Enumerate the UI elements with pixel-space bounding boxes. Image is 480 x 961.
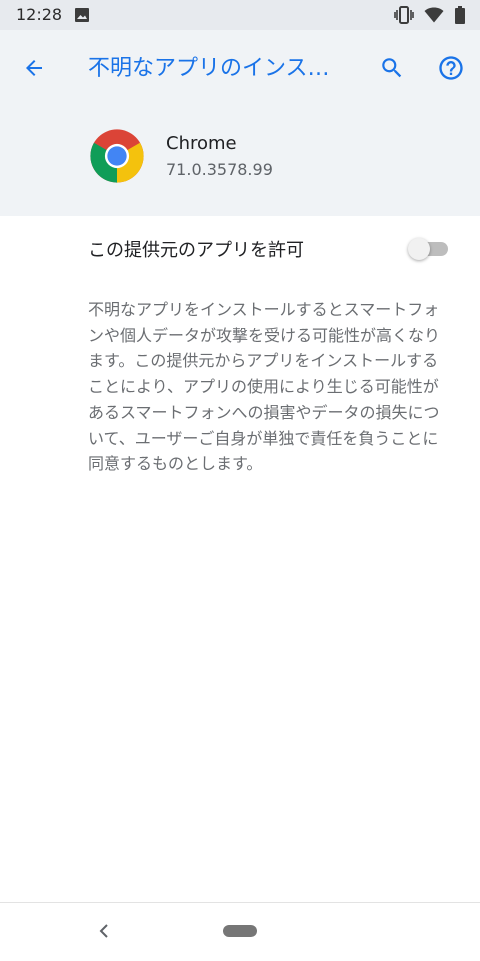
help-icon <box>439 56 463 80</box>
preference-label: この提供元のアプリを許可 <box>88 240 304 261</box>
vibrate-icon <box>394 6 414 24</box>
image-icon <box>75 8 89 22</box>
battery-icon <box>455 6 465 24</box>
app-name: Chrome <box>166 133 237 154</box>
arrow-back-icon <box>26 60 42 76</box>
allow-toggle[interactable] <box>408 238 448 260</box>
wifi-icon <box>424 7 444 23</box>
status-time: 12:28 <box>16 5 63 24</box>
status-bar: 12:28 <box>0 0 480 30</box>
toggle-thumb <box>408 238 430 260</box>
allow-source-preference[interactable]: この提供元のアプリを許可 <box>0 216 480 280</box>
chevron-left-icon <box>99 924 108 938</box>
status-right-icons <box>394 6 466 24</box>
chrome-icon <box>90 129 144 183</box>
page-title: 不明なアプリのインス… <box>88 56 330 81</box>
app-header: 不明なアプリのインス… Chrome 71.0.3578.99 <box>0 30 480 216</box>
nav-back-button[interactable] <box>92 919 116 943</box>
search-icon <box>382 58 402 78</box>
warning-description: 不明なアプリをインストールするとスマートフォンや個人データが攻撃を受ける可能性が… <box>88 300 441 474</box>
navigation-bar <box>0 902 480 961</box>
search-button[interactable] <box>372 48 412 88</box>
back-button[interactable] <box>14 48 54 88</box>
help-button[interactable] <box>431 48 471 88</box>
nav-home-button[interactable] <box>223 925 257 937</box>
app-version: 71.0.3578.99 <box>166 160 273 179</box>
